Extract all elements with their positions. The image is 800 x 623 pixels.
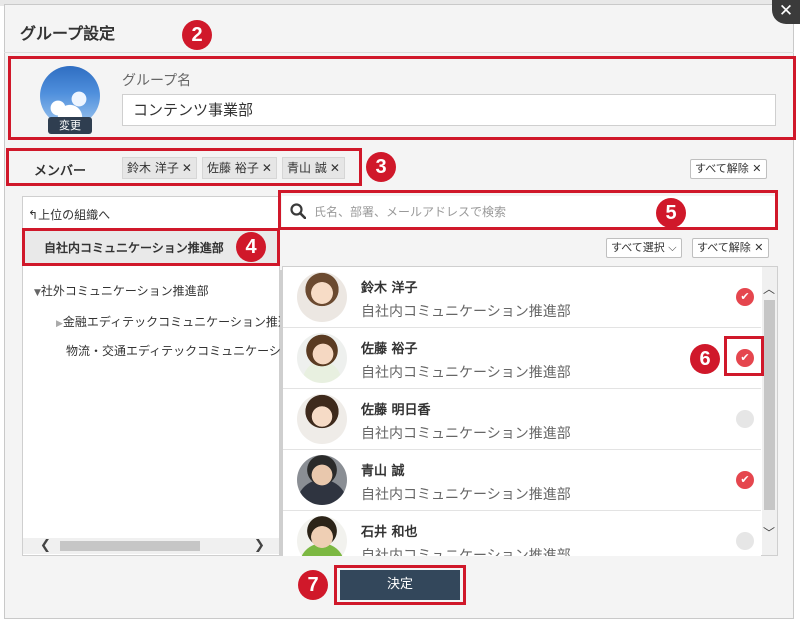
person-avatar <box>297 516 347 556</box>
scroll-right-icon[interactable]: ❯ <box>254 538 265 553</box>
member-row[interactable]: 青山 誠 自社内コミュニケーション推進部 ✔ <box>283 450 761 511</box>
group-name-input[interactable]: コンテンツ事業部 <box>122 94 776 126</box>
annotation-box-check <box>724 336 764 376</box>
annotation-badge-7: 7 <box>298 570 328 600</box>
tree-item-label: 社外コミュニケーション推進部 <box>40 284 209 298</box>
button-label: すべて解除 <box>695 162 749 175</box>
scroll-left-icon[interactable]: ❮ <box>40 538 51 553</box>
list-clear-all-button[interactable]: すべて解除 ✕ <box>692 238 769 258</box>
member-row[interactable]: 石井 和也 自社内コミュニケーション推進部 <box>283 511 761 556</box>
group-name-label: グループ名 <box>122 73 192 89</box>
annotation-badge-4: 4 <box>236 232 266 262</box>
annotation-box-search <box>278 190 778 230</box>
tree-item-outside[interactable]: ▼社外コミュニケーション推進部 <box>34 282 209 299</box>
select-all-button[interactable]: すべて選択 ⌵ <box>606 238 682 258</box>
scroll-down-icon[interactable]: ﹀ <box>763 524 775 541</box>
expand-right-icon: ▶ <box>56 319 63 329</box>
person-avatar <box>297 455 347 505</box>
person-dept: 自社内コミュニケーション推進部 <box>361 426 571 442</box>
annotation-box-decide <box>334 565 466 605</box>
annotation-badge-3: 3 <box>366 152 396 182</box>
annotation-badge-6: 6 <box>690 344 720 374</box>
chip-remove-icon[interactable]: ✕ <box>330 161 340 175</box>
person-avatar <box>297 394 347 444</box>
person-dept: 自社内コミュニケーション推進部 <box>361 487 571 503</box>
members-label: メンバー <box>34 164 87 179</box>
person-dept: 自社内コミュニケーション推進部 <box>361 304 571 320</box>
member-chip[interactable]: 佐藤 裕子 ✕ <box>202 157 277 179</box>
checkmark-icon[interactable]: ✔ <box>736 288 754 306</box>
members-clear-all-button[interactable]: すべて解除 ✕ <box>690 159 767 179</box>
person-avatar <box>297 272 347 322</box>
dialog-title: グループ設定 <box>20 24 116 43</box>
avatar-change-button[interactable]: 変更 <box>48 117 92 134</box>
annotation-badge-2: 2 <box>182 20 212 50</box>
person-name: 佐藤 明日香 <box>361 403 431 418</box>
tree-item-label: 金融エディテックコミュニケーション推進部 <box>62 315 302 329</box>
member-row[interactable]: 佐藤 明日香 自社内コミュニケーション推進部 <box>283 389 761 450</box>
chip-label: 佐藤 裕子 <box>207 161 259 175</box>
chip-remove-icon[interactable]: ✕ <box>262 161 272 175</box>
checkmark-icon[interactable]: ✔ <box>736 471 754 489</box>
chip-label: 鈴木 洋子 <box>127 161 179 175</box>
person-name: 石井 和也 <box>361 525 418 540</box>
expand-down-icon: ▼ <box>34 288 41 298</box>
close-icon[interactable]: ✕ <box>772 0 800 24</box>
person-dept: 自社内コミュニケーション推進部 <box>361 365 571 381</box>
person-name: 青山 誠 <box>361 464 405 479</box>
chip-label: 青山 誠 <box>287 161 327 175</box>
checkmark-icon[interactable] <box>736 532 754 550</box>
person-name: 鈴木 洋子 <box>361 281 418 296</box>
tree-item-finance[interactable]: ▶金融エディテックコミュニケーション推進部 <box>56 313 302 330</box>
up-level-label: 上位の組織へ <box>38 208 111 222</box>
button-label: すべて選択 <box>611 241 665 254</box>
up-level-link[interactable]: ↰上位の組織へ <box>28 206 110 223</box>
checkmark-icon[interactable] <box>736 410 754 428</box>
person-dept: 自社内コミュニケーション推進部 <box>361 548 571 556</box>
person-name: 佐藤 裕子 <box>361 342 418 357</box>
scrollbar-thumb[interactable] <box>60 541 200 551</box>
member-chip[interactable]: 鈴木 洋子 ✕ <box>122 157 197 179</box>
button-label: すべて解除 <box>697 241 751 254</box>
chip-remove-icon[interactable]: ✕ <box>182 161 192 175</box>
scroll-up-icon[interactable]: ︿ <box>763 280 775 297</box>
member-chip[interactable]: 青山 誠 ✕ <box>282 157 345 179</box>
title-divider <box>4 52 794 53</box>
scrollbar-thumb[interactable] <box>764 300 775 510</box>
member-row[interactable]: 鈴木 洋子 自社内コミュニケーション推進部 ✔ <box>283 267 761 328</box>
annotation-badge-5: 5 <box>656 198 686 228</box>
person-avatar <box>297 333 347 383</box>
